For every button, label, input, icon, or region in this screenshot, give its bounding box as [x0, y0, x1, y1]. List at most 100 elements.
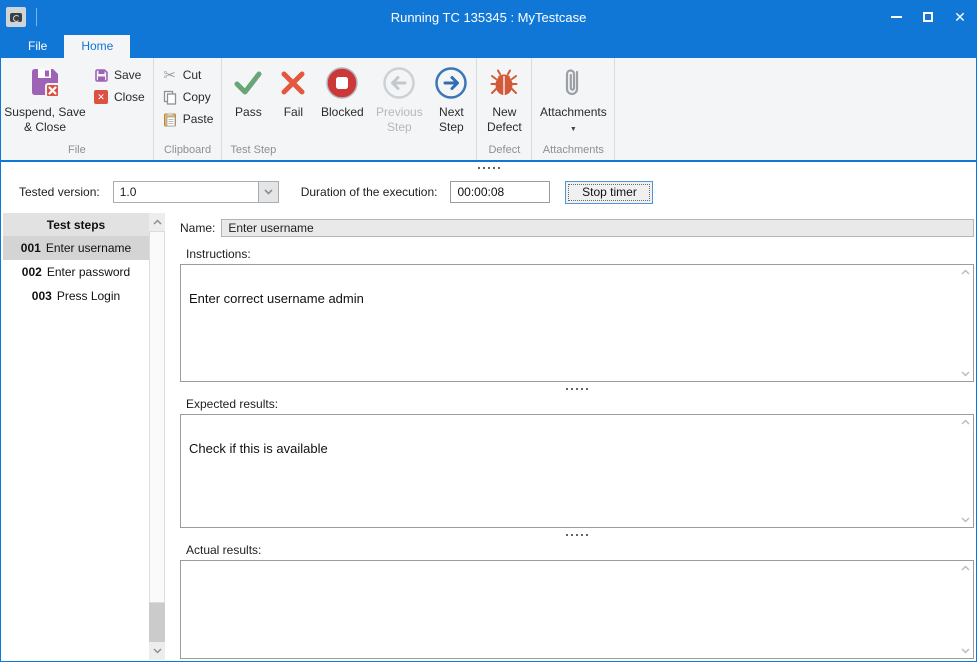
- copy-label: Copy: [183, 90, 211, 104]
- scrollbar-track[interactable]: [149, 603, 165, 642]
- expected-results-label: Expected results:: [186, 397, 974, 411]
- group-caption-test-step: Test Step: [224, 142, 474, 160]
- ribbon-group-file: Suspend, Save & Close Save: [1, 58, 154, 160]
- instructions-textarea[interactable]: Enter correct username admin: [180, 264, 974, 382]
- tab-home[interactable]: Home: [64, 35, 130, 58]
- title-bar: Running TC 135345 : MyTestcase ✕: [1, 1, 976, 33]
- ribbon-group-test-step: Pass Fail Blocked: [222, 58, 477, 160]
- step-detail-form: Name: Enter username Instructions: Enter…: [165, 213, 975, 660]
- section-splitter[interactable]: [180, 528, 974, 541]
- paste-label: Paste: [183, 112, 214, 126]
- test-steps-panel: Test steps 001 Enter username 002 Enter …: [3, 213, 165, 660]
- new-defect-label: New Defect: [479, 105, 529, 135]
- grip-dots-icon: [566, 534, 588, 536]
- blocked-label: Blocked: [321, 105, 364, 120]
- scissors-icon: ✂: [162, 67, 178, 83]
- scroll-up-icon[interactable]: [961, 419, 970, 425]
- save-button[interactable]: Save: [87, 64, 151, 86]
- steps-scrollbar[interactable]: [149, 213, 165, 660]
- attachments-dropdown-icon: ▼: [570, 126, 577, 135]
- duration-field[interactable]: 00:00:08: [450, 181, 550, 203]
- instructions-text: Enter correct username admin: [189, 291, 364, 306]
- maximize-button[interactable]: [912, 1, 944, 33]
- section-splitter[interactable]: [180, 382, 974, 395]
- actual-results-textarea[interactable]: [180, 560, 974, 659]
- group-caption-attachments: Attachments: [534, 142, 612, 160]
- close-button[interactable]: ✕: [944, 1, 976, 33]
- step-row-001[interactable]: 001 Enter username: [3, 236, 149, 260]
- name-label: Name:: [180, 221, 215, 235]
- bug-icon: [488, 65, 520, 101]
- scroll-down-icon[interactable]: [149, 642, 165, 660]
- app-window: Running TC 135345 : MyTestcase ✕ File Ho…: [0, 0, 977, 662]
- scroll-up-icon[interactable]: [961, 269, 970, 275]
- pass-button[interactable]: Pass: [224, 60, 272, 120]
- scroll-down-icon[interactable]: [961, 648, 970, 654]
- fail-label: Fail: [284, 105, 303, 120]
- close-icon: ✕: [954, 10, 966, 24]
- next-step-icon: [434, 65, 468, 101]
- execution-toolbar: Tested version: 1.0 Duration of the exec…: [1, 173, 976, 211]
- group-caption-defect: Defect: [479, 142, 529, 160]
- close-label: Close: [114, 90, 145, 104]
- duration-label: Duration of the execution:: [301, 185, 438, 199]
- paperclip-icon: [558, 65, 588, 101]
- previous-step-label: Previous Step: [370, 105, 428, 135]
- fail-button[interactable]: Fail: [272, 60, 314, 120]
- ribbon-splitter[interactable]: [1, 162, 976, 173]
- grip-dots-icon: [566, 388, 588, 390]
- close-x-icon: ✕: [93, 89, 109, 105]
- copy-button[interactable]: Copy: [156, 86, 220, 108]
- main-area: Test steps 001 Enter username 002 Enter …: [1, 211, 976, 661]
- instructions-label: Instructions:: [186, 247, 974, 261]
- save-label: Save: [114, 68, 141, 82]
- paste-icon: [162, 111, 178, 127]
- suspend-save-close-label: Suspend, Save & Close: [3, 105, 87, 135]
- previous-step-icon: [382, 65, 416, 101]
- tab-file[interactable]: File: [11, 35, 64, 58]
- maximize-icon: [923, 12, 933, 22]
- scroll-down-icon[interactable]: [961, 517, 970, 523]
- suspend-save-close-button[interactable]: Suspend, Save & Close: [3, 60, 87, 135]
- fail-x-icon: [278, 65, 308, 101]
- quick-access-separator: [36, 8, 37, 26]
- chevron-down-icon: [264, 189, 273, 195]
- minimize-button[interactable]: [880, 1, 912, 33]
- next-step-button[interactable]: Next Step: [428, 60, 474, 135]
- step-name-field[interactable]: Enter username: [221, 219, 974, 237]
- stop-timer-button[interactable]: Stop timer: [565, 181, 653, 204]
- step-row-003[interactable]: 003 Press Login: [3, 284, 149, 308]
- combo-dropdown-button[interactable]: [258, 182, 278, 202]
- previous-step-button[interactable]: Previous Step: [370, 60, 428, 135]
- ribbon-group-attachments: Attachments ▼ Attachments: [532, 58, 615, 160]
- cut-button[interactable]: ✂ Cut: [156, 64, 220, 86]
- app-icon[interactable]: [6, 7, 26, 27]
- new-defect-button[interactable]: New Defect: [479, 60, 529, 135]
- ribbon-group-defect: New Defect Defect: [477, 58, 532, 160]
- blocked-button[interactable]: Blocked: [314, 60, 370, 120]
- attachments-button[interactable]: Attachments ▼: [534, 60, 612, 135]
- tested-version-label: Tested version:: [19, 185, 100, 199]
- minimize-icon: [891, 16, 902, 18]
- pass-check-icon: [232, 65, 264, 101]
- ribbon-tab-row: File Home: [1, 33, 976, 58]
- actual-results-label: Actual results:: [186, 543, 974, 557]
- step-row-002[interactable]: 002 Enter password: [3, 260, 149, 284]
- close-ribbon-button[interactable]: ✕ Close: [87, 86, 151, 108]
- grip-dots-icon: [478, 167, 500, 169]
- cut-label: Cut: [183, 68, 202, 82]
- next-step-label: Next Step: [428, 105, 474, 135]
- test-steps-header: Test steps: [3, 213, 149, 236]
- scroll-down-icon[interactable]: [961, 371, 970, 377]
- ribbon: Suspend, Save & Close Save: [1, 58, 976, 162]
- scrollbar-thumb[interactable]: [149, 231, 165, 603]
- expected-results-textarea[interactable]: Check if this is available: [180, 414, 974, 528]
- scroll-up-icon[interactable]: [149, 213, 165, 231]
- tested-version-combobox[interactable]: 1.0: [113, 181, 279, 203]
- group-caption-file: File: [3, 142, 151, 160]
- window-title: Running TC 135345 : MyTestcase: [1, 10, 976, 25]
- paste-button[interactable]: Paste: [156, 108, 220, 130]
- tested-version-value: 1.0: [114, 182, 258, 202]
- suspend-save-icon: [28, 65, 62, 101]
- scroll-up-icon[interactable]: [961, 565, 970, 571]
